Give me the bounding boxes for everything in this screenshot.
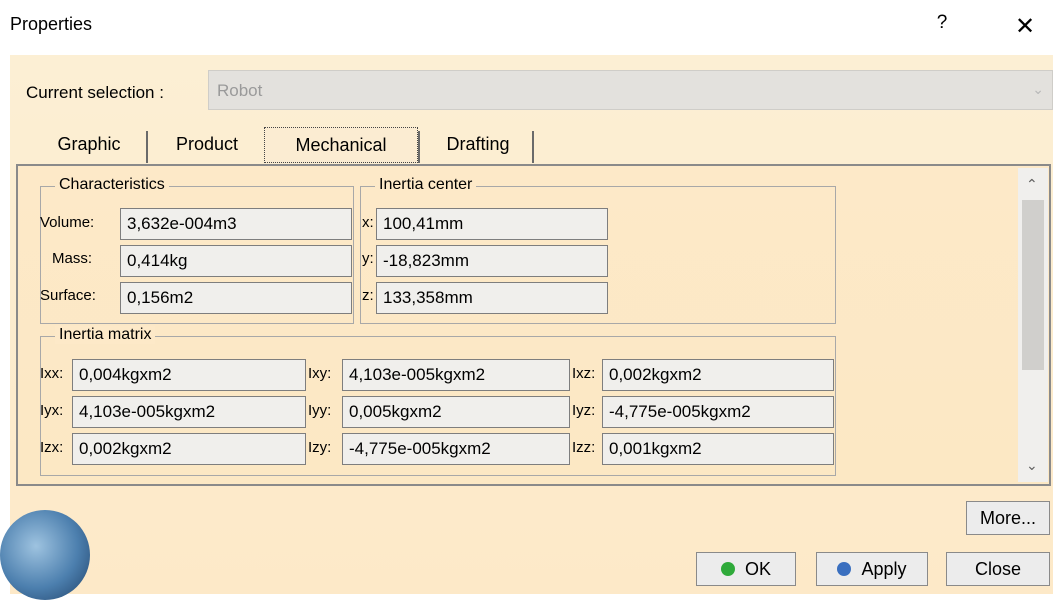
x-label: x: bbox=[362, 214, 374, 231]
tab-mechanical-label: Mechanical bbox=[295, 135, 387, 155]
scroll-thumb[interactable] bbox=[1022, 200, 1044, 370]
tab-drafting[interactable]: Drafting bbox=[424, 127, 532, 163]
mass-label: Mass: bbox=[52, 250, 93, 267]
ok-button[interactable]: OK bbox=[696, 552, 796, 586]
volume-field[interactable]: 3,632e-004m3 bbox=[120, 208, 352, 240]
surface-label: Surface: bbox=[40, 287, 96, 304]
iyy-field[interactable]: 0,005kgxm2 bbox=[342, 396, 570, 428]
apply-button[interactable]: Apply bbox=[816, 552, 928, 586]
title-bar: Properties ? ✕ bbox=[0, 0, 1053, 55]
tab-graphic[interactable]: Graphic bbox=[34, 127, 144, 163]
app-logo-icon bbox=[0, 510, 90, 600]
izx-label: Izx: bbox=[40, 439, 64, 456]
characteristics-title: Characteristics bbox=[55, 176, 169, 194]
volume-label: Volume: bbox=[40, 214, 95, 231]
ixy-field[interactable]: 4,103e-005kgxm2 bbox=[342, 359, 570, 391]
tab-separator bbox=[532, 131, 534, 163]
inertia-center-z-field[interactable]: 133,358mm bbox=[376, 282, 608, 314]
tab-mechanical[interactable]: Mechanical bbox=[264, 127, 418, 163]
close-button[interactable]: Close bbox=[946, 552, 1050, 586]
iyz-field[interactable]: -4,775e-005kgxm2 bbox=[602, 396, 834, 428]
tab-product[interactable]: Product bbox=[152, 127, 262, 163]
surface-field[interactable]: 0,156m2 bbox=[120, 282, 352, 314]
tab-product-label: Product bbox=[175, 134, 239, 154]
izz-field[interactable]: 0,001kgxm2 bbox=[602, 433, 834, 465]
izx-field[interactable]: 0,002kgxm2 bbox=[72, 433, 306, 465]
panel-scrollbar[interactable]: ⌃ ⌄ bbox=[1018, 168, 1048, 482]
iyx-label: Iyx: bbox=[40, 402, 64, 419]
izy-field[interactable]: -4,775e-005kgxm2 bbox=[342, 433, 570, 465]
mass-field[interactable]: 0,414kg bbox=[120, 245, 352, 277]
current-selection-label: Current selection : bbox=[26, 83, 164, 102]
ixz-label: Ixz: bbox=[572, 365, 596, 382]
izy-label: Izy: bbox=[308, 439, 332, 456]
apply-dot-icon bbox=[837, 562, 852, 576]
mechanical-panel: Characteristics Volume: 3,632e-004m3 Mas… bbox=[16, 164, 1051, 486]
scroll-down-icon[interactable]: ⌄ bbox=[1026, 457, 1038, 474]
inertia-center-x-field[interactable]: 100,41mm bbox=[376, 208, 608, 240]
y-label: y: bbox=[362, 250, 374, 267]
more-button[interactable]: More... bbox=[966, 501, 1050, 535]
close-icon[interactable]: ✕ bbox=[1012, 12, 1038, 42]
current-selection-field[interactable]: Robot ⌄ bbox=[208, 70, 1053, 110]
current-selection-value: Robot bbox=[217, 81, 263, 100]
iyz-label: Iyz: bbox=[572, 402, 596, 419]
izz-label: Izz: bbox=[572, 439, 596, 456]
dialog-body: Current selection : Robot ⌄ Graphic Prod… bbox=[10, 55, 1053, 594]
ixx-field[interactable]: 0,004kgxm2 bbox=[72, 359, 306, 391]
ok-label: OK bbox=[744, 559, 771, 579]
scroll-up-icon[interactable]: ⌃ bbox=[1026, 176, 1038, 193]
window-title: Properties bbox=[10, 14, 93, 34]
inertia-matrix-title: Inertia matrix bbox=[55, 326, 156, 344]
iyx-field[interactable]: 4,103e-005kgxm2 bbox=[72, 396, 306, 428]
ixx-label: Ixx: bbox=[40, 365, 64, 382]
tab-separator bbox=[146, 131, 148, 163]
z-label: z: bbox=[362, 287, 374, 304]
help-button[interactable]: ? bbox=[932, 12, 952, 38]
ixy-label: Ixy: bbox=[308, 365, 332, 382]
inertia-center-y-field[interactable]: -18,823mm bbox=[376, 245, 608, 277]
apply-label: Apply bbox=[861, 559, 907, 579]
tab-graphic-label: Graphic bbox=[57, 134, 121, 154]
inertia-center-title: Inertia center bbox=[375, 176, 477, 194]
iyy-label: Iyy: bbox=[308, 402, 332, 419]
ok-dot-icon bbox=[720, 562, 735, 576]
tab-drafting-label: Drafting bbox=[446, 134, 510, 154]
tab-separator bbox=[418, 131, 420, 163]
chevron-down-icon: ⌄ bbox=[1032, 81, 1044, 97]
ixz-field[interactable]: 0,002kgxm2 bbox=[602, 359, 834, 391]
